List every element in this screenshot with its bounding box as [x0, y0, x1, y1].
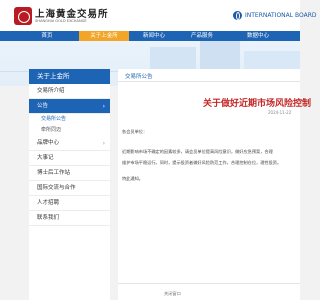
- sidebar-item-milestones[interactable]: 大事记: [29, 151, 110, 166]
- nav-item-products[interactable]: 产品服务: [182, 31, 222, 41]
- sidebar-item-contact[interactable]: 联系我们: [29, 211, 110, 226]
- logo-chinese-name: 上海黄金交易所: [35, 9, 109, 20]
- sidebar-item-label: 人才招聘: [37, 200, 60, 206]
- nav-item-news[interactable]: 新闻中心: [136, 31, 172, 41]
- sidebar-item-label: 公告: [37, 103, 49, 109]
- sidebar-subitem-other[interactable]: 牵所同迈: [29, 125, 110, 136]
- nav-item-data[interactable]: 数据中心: [238, 31, 278, 41]
- logo-english-name: SHANGHAI GOLD EXCHANGE: [35, 19, 87, 23]
- sidebar-item-postdoc[interactable]: 博士后工作站: [29, 166, 110, 181]
- globe-icon: [233, 10, 242, 20]
- sidebar-item-label: 大事记: [37, 155, 54, 161]
- site-logo[interactable]: 上海黄金交易所 SHANGHAI GOLD EXCHANGE: [14, 6, 134, 28]
- article-body-line: 近期影响市场不确定的因素较多，请会员单位提高风险意识，做好应急预案，合理: [122, 149, 273, 154]
- chevron-right-icon: ›: [102, 140, 105, 147]
- sidebar-item-brand[interactable]: 品牌中心 ›: [29, 136, 110, 151]
- site-header: 上海黄金交易所 SHANGHAI GOLD EXCHANGE INTERNATI…: [0, 0, 317, 31]
- chevron-right-icon: ›: [102, 103, 105, 110]
- close-window-link[interactable]: 关闭窗口: [164, 291, 181, 297]
- international-board-link[interactable]: INTERNATIONAL BOARD: [233, 9, 317, 21]
- article-closing: 特此通知。: [122, 176, 143, 181]
- sidebar-item-label: 交易所介绍: [37, 88, 65, 94]
- nav-item-about[interactable]: 关于上金所: [79, 31, 129, 41]
- sidebar-item-introduction[interactable]: 交易所介绍: [29, 84, 110, 99]
- breadcrumb-divider: [118, 81, 300, 82]
- sidebar-item-label: 品牌中心: [37, 140, 60, 146]
- sidebar-item-international[interactable]: 国际交流与合作: [29, 181, 110, 196]
- main-nav: 首页 关于上金所 新闻中心 产品服务 数据中心: [0, 31, 300, 41]
- sidebar-item-label: 博士后工作站: [37, 170, 71, 176]
- sidebar-item-label: 联系我们: [37, 215, 60, 221]
- sidebar-item-label: 国际交流与合作: [37, 185, 76, 191]
- sidebar-heading: 关于上金所: [29, 69, 110, 84]
- nav-item-home[interactable]: 首页: [29, 31, 65, 41]
- sidebar-item-recruitment[interactable]: 人才招聘: [29, 196, 110, 211]
- sidebar-item-announcements[interactable]: 公告 ›: [29, 99, 110, 114]
- article-date: 2024-11-22: [268, 110, 292, 115]
- article-panel: 交易所公告 关于做好近期市场风险控制 2024-11-22 各会员单位： 近期影…: [118, 69, 311, 300]
- article-greeting: 各会员单位：: [122, 129, 148, 134]
- sidebar: 关于上金所 交易所介绍 公告 › 交易所公告 牵所同迈 品牌中心 › 大事记 博…: [29, 69, 110, 300]
- international-board-label: INTERNATIONAL BOARD: [245, 11, 317, 19]
- article-title: 关于做好近期市场风险控制: [203, 99, 312, 109]
- sidebar-subitem-exchange-announcements[interactable]: 交易所公告: [29, 114, 110, 125]
- article-footer-divider: [118, 283, 300, 284]
- logo-emblem-icon: [14, 7, 32, 25]
- breadcrumb[interactable]: 交易所公告: [125, 72, 153, 80]
- article-body-line: 维护市场平稳运行。同时，提示投资者做好风险防范工作，合理控制仓位，理性投资。: [122, 160, 282, 165]
